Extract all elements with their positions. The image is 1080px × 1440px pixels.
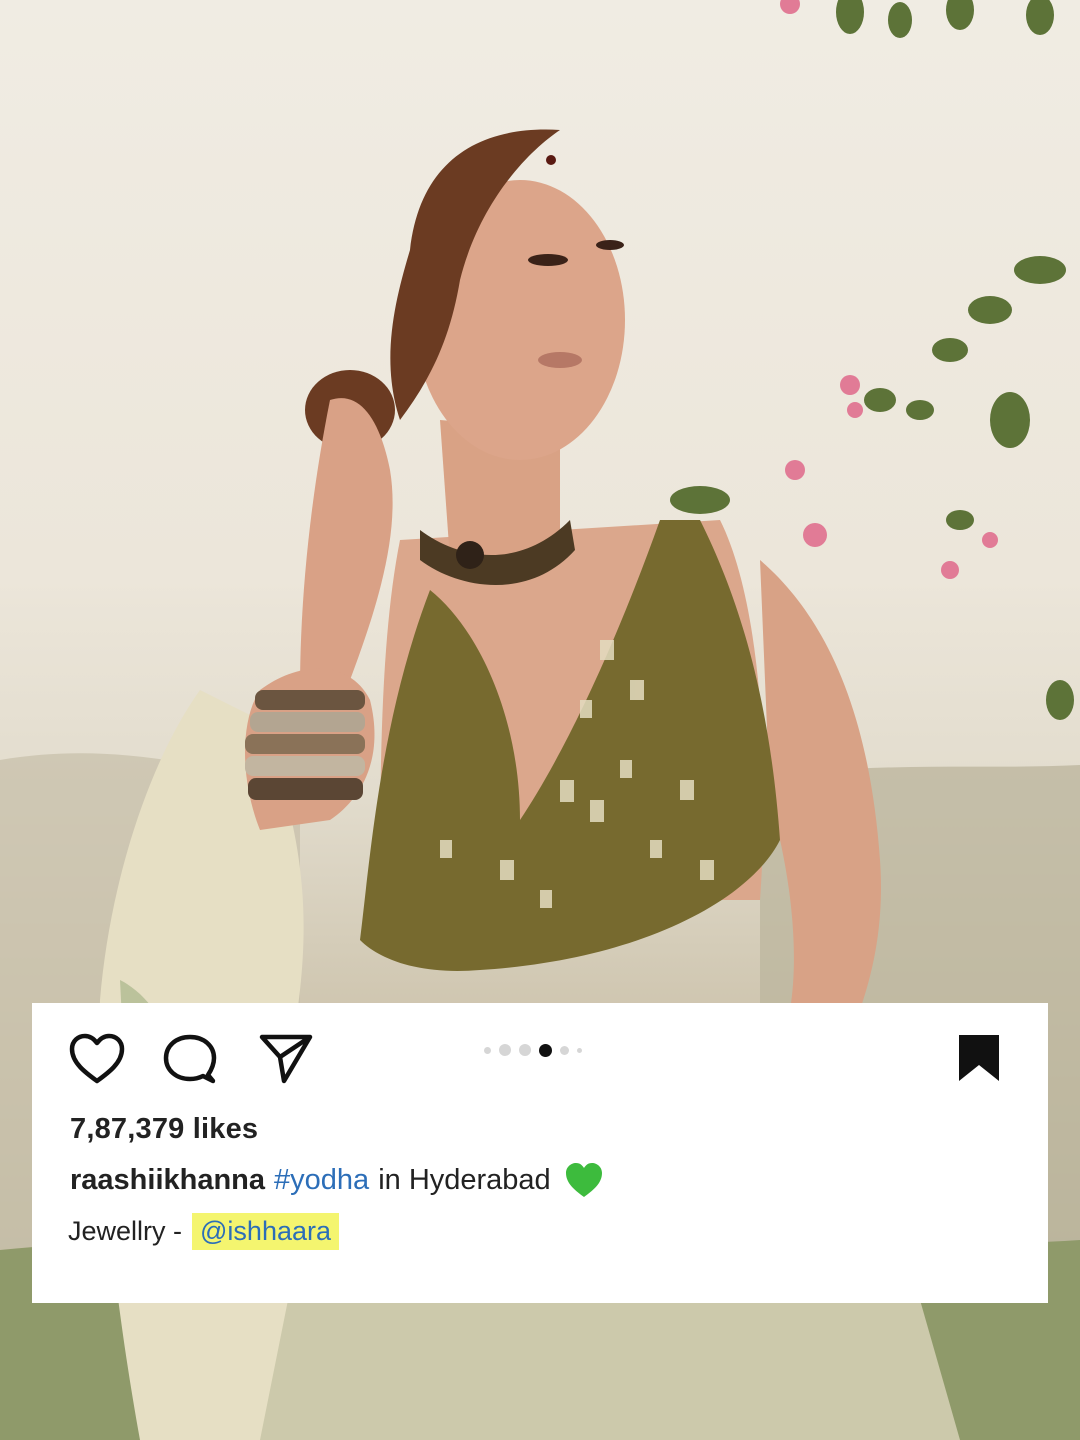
post-caption: raashiikhanna #yodha in Hyderabad — [70, 1160, 605, 1200]
carousel-dot — [519, 1044, 531, 1056]
credit-label: Jewellry - — [68, 1216, 183, 1246]
jewellery-credit: Jewellry - @ishhaara — [68, 1213, 339, 1250]
carousel-dots — [484, 1043, 582, 1057]
likes-count[interactable]: 7,87,379 likes — [70, 1113, 258, 1146]
credit-mention[interactable]: @ishhaara — [192, 1213, 339, 1250]
paper-plane-icon[interactable] — [258, 1031, 314, 1085]
caption-text: in Hyderabad — [378, 1163, 551, 1196]
caption-hashtag[interactable]: #yodha — [274, 1164, 369, 1197]
bookmark-icon[interactable] — [956, 1033, 1002, 1083]
carousel-dot — [539, 1043, 552, 1057]
post-action-card: 7,87,379 likes raashiikhanna #yodha in H… — [32, 1003, 1048, 1303]
green-heart-icon — [563, 1160, 605, 1200]
carousel-dot — [577, 1047, 582, 1053]
heart-icon[interactable] — [68, 1033, 126, 1085]
carousel-dot — [499, 1044, 511, 1056]
carousel-dot — [560, 1045, 569, 1055]
caption-username[interactable]: raashiikhanna — [70, 1164, 265, 1197]
comment-icon[interactable] — [162, 1033, 218, 1087]
carousel-dot — [484, 1046, 491, 1054]
